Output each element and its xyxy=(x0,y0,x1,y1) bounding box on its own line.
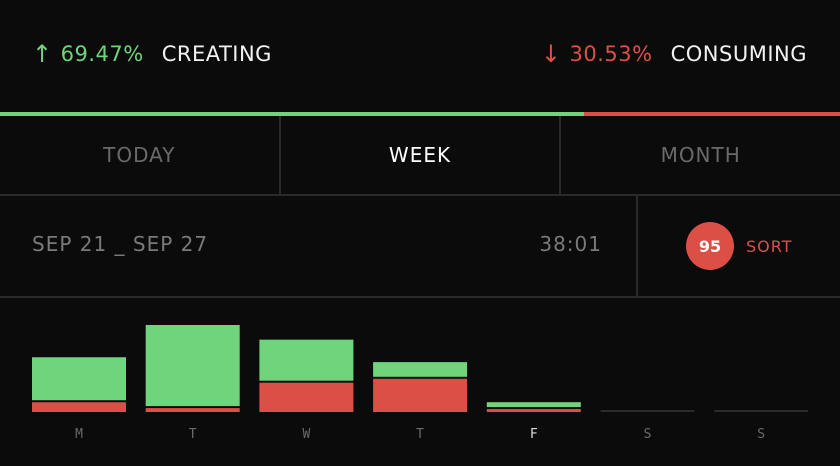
day-label[interactable]: W xyxy=(302,427,310,442)
bar-creating xyxy=(32,357,126,401)
tab-week[interactable]: WEEK xyxy=(281,116,562,194)
tab-month[interactable]: MONTH xyxy=(561,116,840,194)
bar-creating xyxy=(259,339,354,381)
bar-empty xyxy=(600,410,695,412)
creating-stat: ↑ 69.47% CREATING xyxy=(32,38,272,70)
bar-creating xyxy=(486,402,581,408)
day-label[interactable]: M xyxy=(75,427,83,442)
day-label[interactable]: T xyxy=(189,427,197,442)
weekly-chart: MTWTFSS xyxy=(0,300,840,466)
range-info: SEP 21 _ SEP 27 38:01 xyxy=(0,196,638,296)
range-row: SEP 21 _ SEP 27 38:01 95 SORT xyxy=(0,196,840,298)
sort-button[interactable]: 95 SORT xyxy=(686,222,792,270)
weekly-bar-chart: MTWTFSS xyxy=(32,325,809,442)
period-tabs: TODAY WEEK MONTH xyxy=(0,116,840,196)
bar-creating xyxy=(373,362,468,377)
bar-consuming xyxy=(486,409,581,412)
day-label[interactable]: S xyxy=(644,427,652,442)
day-label[interactable]: S xyxy=(757,427,765,442)
bar-empty xyxy=(714,410,809,412)
date-range: SEP 21 _ SEP 27 xyxy=(32,232,209,256)
arrow-down-icon: ↓ xyxy=(540,40,562,68)
day-label[interactable]: F xyxy=(530,427,538,442)
arrow-up-icon: ↑ xyxy=(32,40,53,68)
bar-consuming xyxy=(373,378,468,412)
day-label[interactable]: T xyxy=(416,427,424,442)
creating-percent: 69.47% xyxy=(60,42,144,66)
bar-creating xyxy=(145,325,240,407)
tab-today[interactable]: TODAY xyxy=(0,116,281,194)
bar-consuming xyxy=(145,408,240,412)
bar-consuming xyxy=(32,402,126,412)
bar-consuming xyxy=(259,382,354,412)
total-duration: 38:01 xyxy=(539,232,602,256)
header: ↑ 69.47% CREATING ↓ 30.53% CONSUMING xyxy=(0,0,840,112)
sort-label: SORT xyxy=(746,236,793,256)
score-badge: 95 xyxy=(686,222,734,270)
consuming-label: CONSUMING xyxy=(670,42,807,66)
consuming-percent: 30.53% xyxy=(569,42,653,66)
consuming-stat: ↓ 30.53% CONSUMING xyxy=(541,38,807,70)
creating-label: CREATING xyxy=(161,42,272,66)
